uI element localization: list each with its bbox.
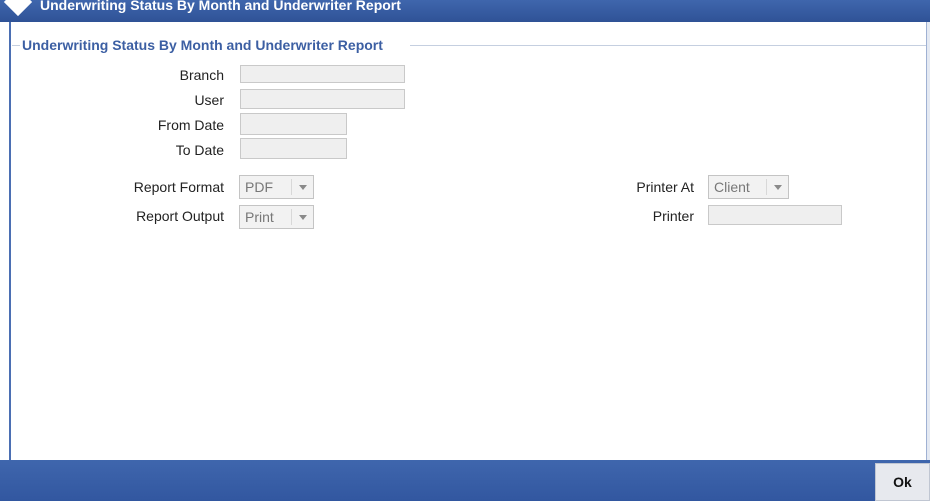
branch-label: Branch	[179, 67, 224, 83]
chevron-down-icon	[299, 215, 307, 220]
right-scroll-edge[interactable]	[926, 22, 930, 460]
report-output-select[interactable]: Print	[239, 205, 314, 229]
chevron-down-icon	[774, 185, 782, 190]
user-input[interactable]	[240, 89, 405, 109]
fieldset-border-right	[410, 45, 926, 46]
report-format-value: PDF	[245, 179, 273, 195]
from-date-input[interactable]	[240, 113, 347, 135]
footer-bar	[0, 460, 930, 501]
ok-button[interactable]: Ok	[875, 463, 930, 501]
window-titlebar: Underwriting Status By Month and Underwr…	[0, 0, 930, 22]
printer-at-value: Client	[714, 179, 750, 195]
printer-at-label: Printer At	[636, 179, 694, 195]
to-date-input[interactable]	[240, 138, 347, 159]
report-format-select[interactable]: PDF	[239, 175, 314, 199]
select-divider	[291, 179, 292, 195]
section-legend: Underwriting Status By Month and Underwr…	[20, 37, 385, 53]
select-divider	[291, 209, 292, 225]
diamond-icon	[3, 0, 33, 17]
printer-at-select[interactable]: Client	[708, 175, 789, 199]
branch-input[interactable]	[240, 65, 405, 83]
chevron-down-icon	[299, 185, 307, 190]
printer-label: Printer	[652, 208, 694, 224]
user-label: User	[194, 92, 224, 108]
report-output-label: Report Output	[136, 208, 224, 224]
printer-input[interactable]	[708, 205, 842, 225]
select-divider	[766, 179, 767, 195]
report-output-value: Print	[245, 209, 274, 225]
to-date-label: To Date	[175, 142, 224, 158]
from-date-label: From Date	[157, 117, 224, 133]
fieldset-border-left	[12, 45, 20, 46]
report-format-label: Report Format	[133, 179, 224, 195]
window-title: Underwriting Status By Month and Underwr…	[40, 0, 401, 13]
left-frame-border	[0, 22, 11, 460]
